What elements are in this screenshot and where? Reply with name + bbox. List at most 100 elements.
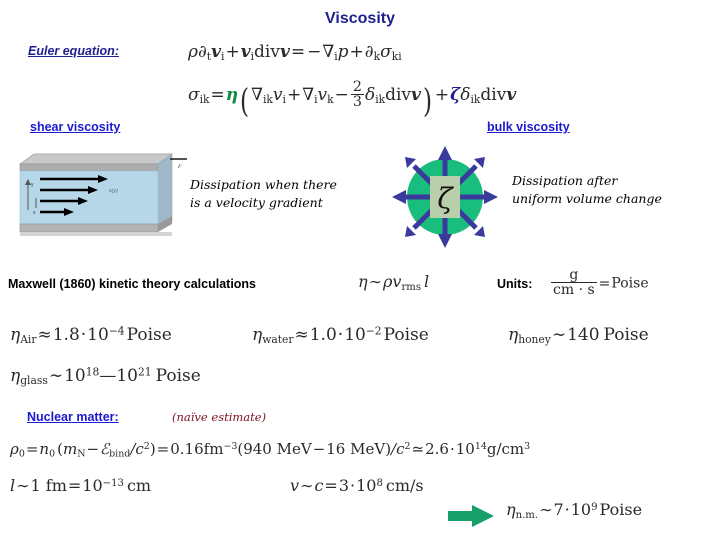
binding-energy-term: 16 MeV) <box>326 440 392 458</box>
poise-unit: Poise <box>599 500 643 519</box>
base: 10 <box>356 476 377 495</box>
cm-unit: cm <box>126 476 152 495</box>
over-c-squared: /c <box>130 440 144 458</box>
bottom-slab-front <box>19 223 159 233</box>
velocity-field-label: v(y) <box>109 187 118 194</box>
units-numerator: g <box>569 267 579 283</box>
tilde-operator: ∼ <box>539 500 553 519</box>
exponent: 8 <box>376 477 383 489</box>
paren-close: ) <box>149 440 156 458</box>
bulk-viscosity-diagram: ζ <box>378 146 513 248</box>
maxwell-eta-formula: η∼ρvrms l <box>358 272 429 292</box>
fm-exponent: −3 <box>223 441 238 453</box>
div-operator: div <box>385 84 412 105</box>
base-upper: 10 <box>116 366 138 386</box>
tilde-operator: ∼ <box>368 272 382 291</box>
equals-operator: = <box>25 440 39 458</box>
pressure-p: p <box>337 42 349 62</box>
subscript-glass: glass <box>20 373 48 387</box>
simeq-operator: ≃ <box>411 440 425 458</box>
mantissa: 3 <box>338 476 350 495</box>
units-formula: g cm · s =Poise <box>550 268 649 297</box>
top-slab-front <box>19 163 159 172</box>
shear-viscosity-link[interactable]: shear viscosity <box>30 120 120 134</box>
result-mantissa: 2.6 <box>425 440 449 458</box>
eta-symbol: η <box>252 325 263 345</box>
subscript-ik: ik <box>470 92 481 106</box>
velocity-v: v <box>290 476 300 495</box>
sigma-symbol: σ <box>188 84 200 105</box>
fraction-numerator: 2 <box>352 79 362 95</box>
nabla-symbol: ∇ <box>322 42 335 62</box>
dot-operator: · <box>449 440 455 458</box>
plus-operator: + <box>349 42 364 62</box>
result-exponent: 14 <box>474 441 487 453</box>
nucleon-mass-term: (940 MeV <box>237 440 312 458</box>
base: 10 <box>344 325 366 345</box>
poise-unit: Poise <box>155 366 201 386</box>
units-label: Units: <box>497 277 533 291</box>
nuclear-matter-viscosity-result: ηn.m.∼7·109 Poise <box>506 500 643 521</box>
base: 10 <box>570 500 592 519</box>
cm-per-s-unit: cm/s <box>385 476 424 495</box>
fm-unit: fm <box>203 440 224 458</box>
base: 10 <box>82 476 103 495</box>
nabla-symbol: ∇ <box>251 84 263 105</box>
mantissa: 1.0 <box>309 325 337 345</box>
shear-viscosity-diagram: y x v(y) F <box>12 152 197 244</box>
paren-close: ) <box>422 81 432 121</box>
shear-viscosity-eta-symbol: η <box>225 84 239 105</box>
equals-operator: = <box>67 476 82 495</box>
exponent: −2 <box>365 324 382 338</box>
nucleon-mass-m: m <box>62 440 78 458</box>
div-operator: div <box>480 84 507 105</box>
arrow-shaft <box>448 511 474 521</box>
zeta-symbol-glyph: ζ <box>437 182 454 215</box>
honey-viscosity-value: ηhoney∼140 Poise <box>508 325 649 345</box>
exponent: 9 <box>591 501 598 513</box>
tilde-operator: ∼ <box>16 476 30 495</box>
minus-operator: − <box>86 440 100 458</box>
poise-unit: Poise <box>603 325 649 345</box>
eta-symbol: η <box>10 325 21 345</box>
eta-symbol: η <box>10 366 21 386</box>
result-arrow <box>448 505 496 527</box>
water-viscosity-value: ηwater≈1.0·10−2 Poise <box>252 325 429 345</box>
delta-symbol: δ <box>460 84 471 105</box>
shear-viscosity-caption: Dissipation when there is a velocity gra… <box>190 176 375 212</box>
arrow-head <box>472 505 494 527</box>
plus-operator: + <box>434 84 450 105</box>
bulk-caption-line1: Dissipation after <box>512 173 618 188</box>
bulk-diagram-svg: ζ <box>392 146 498 248</box>
subscript-nm: n.m. <box>515 509 539 521</box>
nuclear-matter-label[interactable]: Nuclear matter: <box>27 410 119 424</box>
equals-operator: = <box>210 84 225 105</box>
subscript-zero: 0 <box>18 448 25 460</box>
result-unit: g/cm <box>486 440 525 458</box>
bulk-caption-line2: uniform volume change <box>512 191 662 207</box>
rho-symbol: ρ <box>10 440 19 458</box>
bulk-viscosity-link[interactable]: bulk viscosity <box>487 120 570 134</box>
minus-operator: − <box>334 84 349 105</box>
base: 10 <box>87 325 109 345</box>
force-label: F <box>177 164 182 170</box>
page-title: Viscosity <box>325 10 395 27</box>
plus-operator: + <box>225 42 240 62</box>
top-slab-face <box>18 153 174 165</box>
equals-operator: = <box>598 275 611 292</box>
mantissa: 7 <box>553 500 564 519</box>
approx-operator: ≈ <box>294 325 309 345</box>
minus-operator: − <box>307 42 322 62</box>
tilde-operator: ∼ <box>48 366 64 386</box>
mantissa: 140 <box>567 325 600 345</box>
green-arrow-icon <box>448 505 494 527</box>
base-lower: 10 <box>64 366 86 386</box>
poise-unit: Poise <box>126 325 172 345</box>
tilde-operator: ∼ <box>551 325 567 345</box>
exponent-upper: 21 <box>138 365 152 379</box>
poise-unit: Poise <box>383 325 429 345</box>
velocity-v: v <box>272 84 283 105</box>
exponent: −13 <box>102 477 124 489</box>
result-base: 10 <box>455 440 475 458</box>
eta-symbol: η <box>508 325 519 345</box>
